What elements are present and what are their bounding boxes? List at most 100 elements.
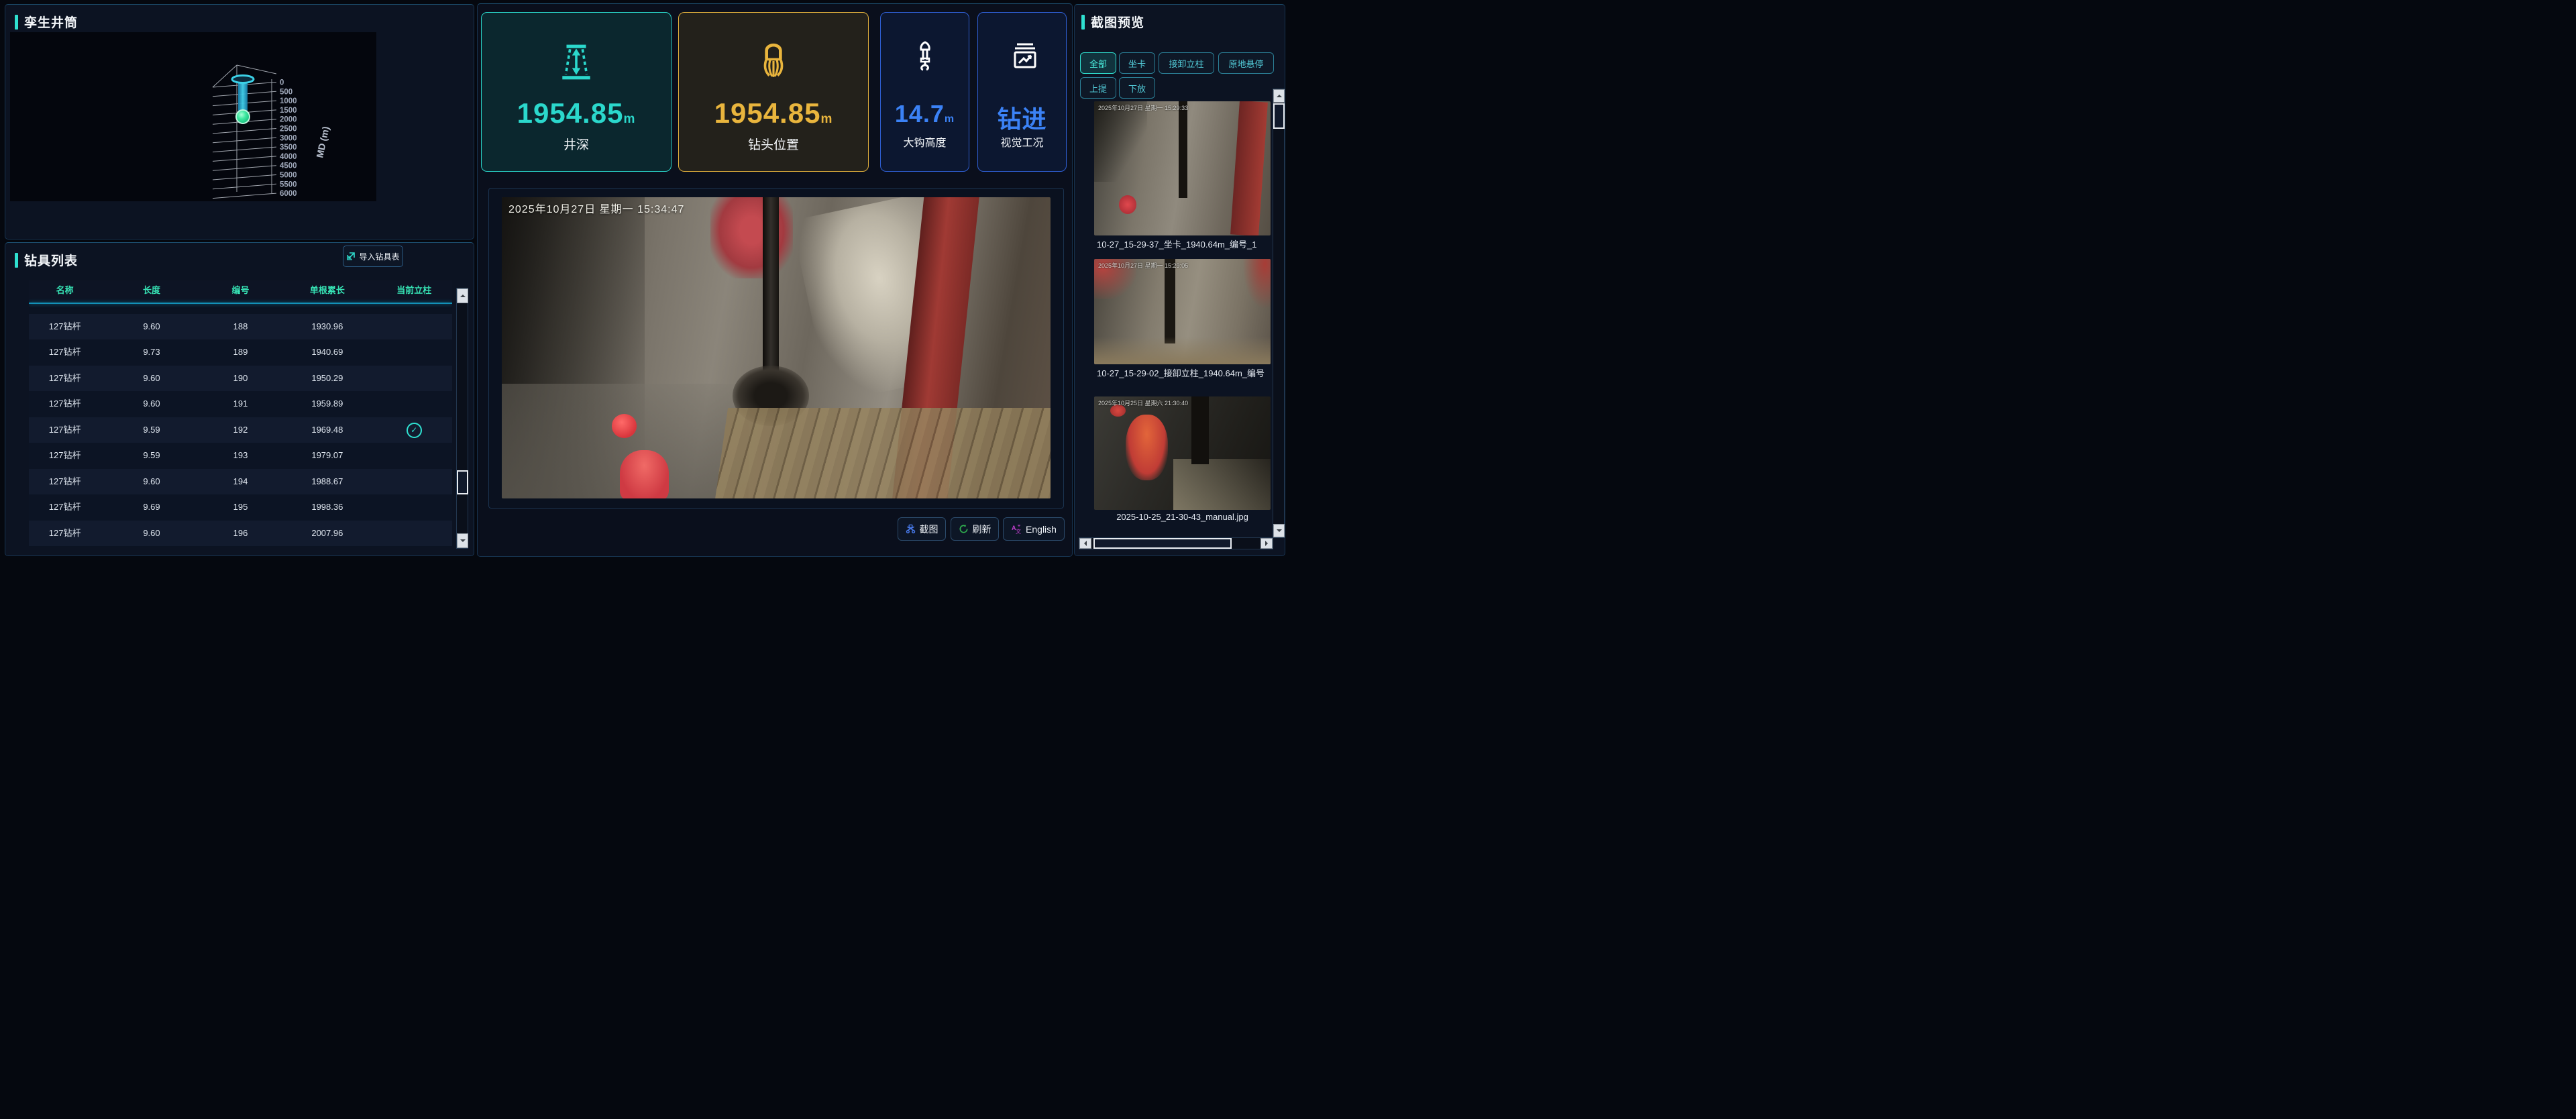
cell-name: 127钻杆 <box>29 366 101 392</box>
thumbnail-scene-layer <box>1126 415 1168 480</box>
cell-length: 9.60 <box>101 314 202 340</box>
stat-card-well-depth: 1954.85m 井深 <box>481 12 672 172</box>
title-accent-bar <box>15 15 18 30</box>
translate-icon: A 文 <box>1011 524 1022 535</box>
stat-card-visual-condition: 钻进 视觉工况 <box>977 12 1067 172</box>
hook-icon <box>881 40 969 72</box>
current-stand-check-icon: ✓ <box>407 423 422 438</box>
filter-button-5[interactable]: 上提 <box>1080 77 1116 99</box>
scroll-up-button[interactable] <box>1273 89 1285 103</box>
filter-button-2[interactable]: 坐卡 <box>1119 52 1155 74</box>
well-depth-label: 井深 <box>482 135 671 153</box>
screenshot-thumbnail[interactable]: 2025年10月27日 星期一 15:29:05 <box>1094 259 1271 364</box>
table-row[interactable]: 127钻杆9.601962007.96 <box>29 521 452 547</box>
main-panel: 1954.85m 井深 1954.85m 钻头位置 <box>477 3 1073 557</box>
scroll-thumb[interactable] <box>1273 103 1285 129</box>
axis-tick-label: 500 <box>280 88 292 96</box>
table-row[interactable]: 127钻杆9.601941988.67 <box>29 469 452 495</box>
refresh-button[interactable]: 刷新 <box>951 517 999 541</box>
language-toggle-button[interactable]: A 文 English <box>1003 517 1065 541</box>
cell-cum: 1930.96 <box>278 314 376 340</box>
cell-name: 127钻杆 <box>29 417 101 443</box>
table-row[interactable]: 127钻杆9.601901950.29 <box>29 366 452 392</box>
cell-no: 195 <box>203 494 279 521</box>
bit-position-value: 1954.85 <box>714 97 821 129</box>
screenshot-thumbnail[interactable]: 2025年10月27日 星期一 15:29:33 <box>1094 101 1271 235</box>
filter-button-3[interactable]: 接卸立柱 <box>1159 52 1214 74</box>
thumbnail-scene-layer <box>1179 101 1187 198</box>
screenshot-thumbnail[interactable]: 2025年10月25日 星期六 21:30:40 <box>1094 396 1271 510</box>
table-row[interactable]: 127钻杆9.591921969.48 ✓ <box>29 417 452 443</box>
cell-cum: 1998.36 <box>278 494 376 521</box>
axis-tick-label: 3500 <box>280 144 297 152</box>
cell-no: 196 <box>203 521 279 547</box>
cell-cum: 2007.96 <box>278 521 376 547</box>
cell-current-column <box>376 314 452 340</box>
cell-no: 194 <box>203 469 279 495</box>
wellbore-3d[interactable]: 0500100015002000250030003500400045005000… <box>10 32 376 201</box>
well-depth-unit: m <box>623 112 635 126</box>
svg-text:文: 文 <box>1016 528 1021 535</box>
scroll-up-button[interactable] <box>457 288 468 303</box>
axis-tick-label: 4000 <box>280 153 297 161</box>
video-feed[interactable]: 2025年10月27日 星期一 15:34:47 <box>502 197 1051 498</box>
scroll-down-button[interactable] <box>457 533 468 548</box>
table-header: 名称长度编号单根累长当前立柱 <box>29 280 452 301</box>
import-button-label: 导入钻具表 <box>359 251 399 262</box>
drill-table: 127钻杆9.611871921.36 名称长度编号单根累长当前立柱 127钻杆… <box>29 280 452 547</box>
thumbnail-scene-layer <box>1094 337 1271 364</box>
table-row[interactable]: 127钻杆9.601911959.89 <box>29 391 452 417</box>
filter-button-1[interactable]: 全部 <box>1080 52 1116 74</box>
column-header: 单根累长 <box>278 280 376 301</box>
cell-name: 127钻杆 <box>29 494 101 521</box>
hook-height-value: 14.7 <box>895 100 945 127</box>
well-depth-value: 1954.85 <box>517 97 624 129</box>
drill-list-panel: 钻具列表 导入钻具表 127钻杆9.611871921.36 名称长度编号单根累… <box>5 242 474 556</box>
drill-bit-icon <box>679 42 868 81</box>
thumbnail-caption: 10-27_15-29-37_坐卡_1940.64m_编号_1 <box>1094 237 1271 250</box>
axis-tick-label: 5000 <box>280 172 297 180</box>
scroll-left-button[interactable] <box>1079 538 1091 549</box>
twin-wellbore-panel: 孪生井筒 05001000150020002500300035004000450… <box>5 4 474 239</box>
thumbnail-timestamp: 2025年10月27日 星期一 15:29:33 <box>1098 103 1268 112</box>
visual-condition-value: 钻进 <box>997 105 1046 133</box>
axis-tick-label: 0 <box>280 79 284 87</box>
thumbnail-scene-layer <box>1165 259 1175 343</box>
cell-cum: 1959.89 <box>278 391 376 417</box>
bit-position-label: 钻头位置 <box>679 135 868 153</box>
table-row[interactable]: 127钻杆9.601881930.96 <box>29 314 452 340</box>
scroll-down-button[interactable] <box>1273 524 1285 537</box>
thumbnail-timestamp: 2025年10月25日 星期六 21:30:40 <box>1098 398 1268 407</box>
scroll-thumb[interactable] <box>457 470 468 494</box>
axis-tick-labels: 0500100015002000250030003500400045005000… <box>280 79 297 199</box>
filter-button-6[interactable]: 下放 <box>1119 77 1155 99</box>
scroll-right-button[interactable] <box>1260 538 1273 549</box>
axis-tick-label: 1500 <box>280 107 297 115</box>
title-accent-bar <box>1081 15 1085 30</box>
monitor-chart-icon <box>978 40 1066 72</box>
axis-tick-label: 6000 <box>280 190 297 198</box>
axis-tick-label: 2500 <box>280 125 297 134</box>
screenshot-button[interactable]: 截图 <box>898 517 946 541</box>
table-row[interactable]: 127钻杆9.731891940.69 <box>29 339 452 366</box>
cell-length: 9.59 <box>101 417 202 443</box>
scroll-thumb[interactable] <box>1093 538 1232 549</box>
visual-condition-label: 视觉工况 <box>978 134 1066 150</box>
filter-button-4[interactable]: 原地悬停 <box>1218 52 1274 74</box>
table-row[interactable]: 127钻杆9.691951998.36 <box>29 494 452 521</box>
thumbnail-scene-layer <box>1094 101 1147 182</box>
cell-length: 9.60 <box>101 521 202 547</box>
cell-current-column <box>376 366 452 392</box>
cell-current-column <box>376 469 452 495</box>
cell-cum: 1969.48 <box>278 417 376 443</box>
cell-length: 9.69 <box>101 494 202 521</box>
hook-height-unit: m <box>945 113 955 125</box>
cell-current-column <box>376 494 452 521</box>
table-row[interactable]: 127钻杆9.591931979.07 <box>29 443 452 469</box>
cell-no: 192 <box>203 417 279 443</box>
cell-cum: 1979.07 <box>278 443 376 469</box>
bit-position-marker <box>236 110 250 123</box>
language-label: English <box>1026 524 1057 535</box>
cell-length: 9.60 <box>101 469 202 495</box>
import-drill-table-button[interactable]: 导入钻具表 <box>343 246 403 267</box>
